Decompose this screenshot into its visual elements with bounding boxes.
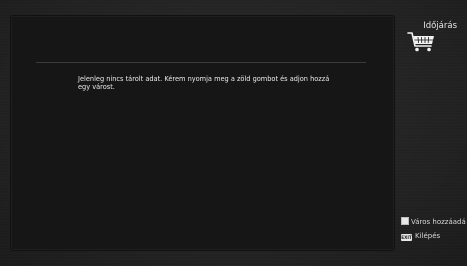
exit-legend[interactable]: EXIT Kilépés: [401, 232, 440, 241]
exit-label: Kilépés: [415, 232, 441, 240]
tv-screen: Időjárás Jelenleg nincs tárolt adat. Kér…: [0, 0, 467, 266]
title-divider: [36, 62, 366, 63]
empty-state-message: Jelenleg nincs tárolt adat. Kérem nyomja…: [78, 75, 330, 92]
add-city-legend[interactable]: Város hozzáadá: [401, 217, 466, 227]
content-panel: [10, 15, 395, 251]
add-city-label: Város hozzáadá: [411, 218, 466, 226]
shopping-cart-icon[interactable]: [407, 29, 437, 53]
exit-key-icon: EXIT: [401, 234, 412, 241]
green-key-icon: [401, 217, 409, 225]
